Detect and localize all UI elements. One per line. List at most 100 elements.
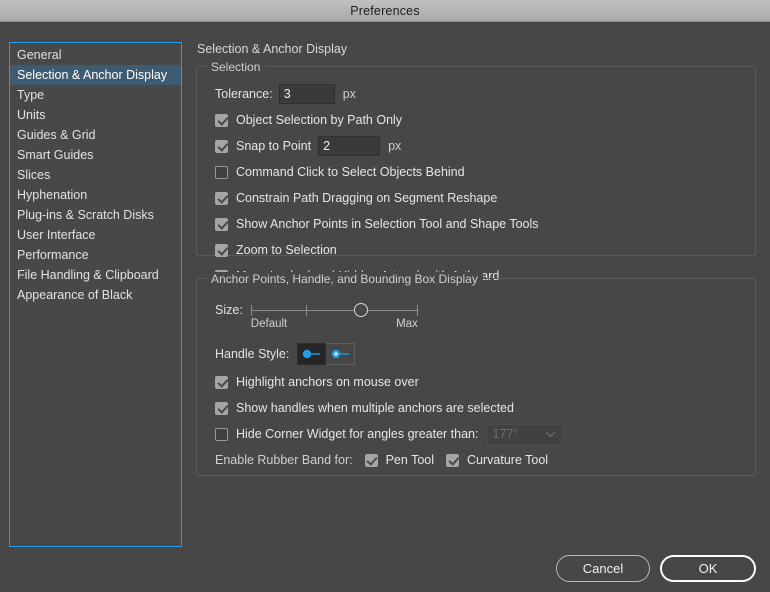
size-slider-line (250, 310, 418, 311)
tolerance-row: Tolerance: px (215, 81, 745, 107)
sidebar-item-label: Slices (17, 168, 51, 182)
size-slider-thumb[interactable] (354, 303, 369, 317)
sidebar-item-label: Hyphenation (17, 188, 88, 202)
command-click-select-behind-row[interactable]: Command Click to Select Objects Behind (215, 159, 745, 185)
sidebar-item-slices[interactable]: Slices (10, 165, 181, 185)
size-slider[interactable]: Default Max (250, 299, 418, 333)
highlight-anchors-checkbox[interactable] (215, 375, 228, 389)
sidebar-item-smart-guides[interactable]: Smart Guides (10, 145, 181, 165)
show-handles-multiple-row[interactable]: Show handles when multiple anchors are s… (215, 395, 745, 421)
sidebar-item-label: File Handling & Clipboard (17, 268, 159, 282)
anchor-display-group-legend: Anchor Points, Handle, and Bounding Box … (206, 272, 483, 286)
ok-button[interactable]: OK (660, 555, 756, 582)
sidebar-item-units[interactable]: Units (10, 105, 181, 125)
sidebar-item-type[interactable]: Type (10, 85, 181, 105)
sidebar-list: General Selection & Anchor Display Type Uni… (10, 43, 181, 305)
sidebar-item-guides-grid[interactable]: Guides & Grid (10, 125, 181, 145)
show-handles-multiple-checkbox[interactable] (215, 401, 228, 415)
handle-style-hollow-button[interactable] (326, 343, 356, 365)
size-slider-labels: Default Max (251, 318, 418, 333)
size-slider-tick-3 (416, 305, 418, 316)
snap-to-point-row[interactable]: Snap to Point px (215, 133, 745, 159)
size-slider-tick-1 (305, 305, 307, 316)
size-slider-tick-0 (250, 305, 252, 316)
size-label: Size: (215, 303, 243, 317)
sidebar-item-label: Selection & Anchor Display (17, 68, 168, 82)
hide-corner-widget-row[interactable]: Hide Corner Widget for angles greater th… (215, 421, 745, 447)
corner-angle-dropdown: 177° (486, 423, 563, 445)
snap-to-point-checkbox[interactable] (215, 139, 228, 153)
snap-to-point-unit: px (388, 139, 402, 153)
main-panel: Selection & Anchor Display Selection Tol… (196, 42, 756, 547)
sidebar-item-label: User Interface (17, 228, 96, 242)
object-selection-by-path-only-label: Object Selection by Path Only (236, 113, 403, 127)
handle-style-solid-button[interactable] (297, 343, 327, 365)
curvature-tool-option[interactable]: Curvature Tool (446, 453, 548, 467)
dialog-body: General Selection & Anchor Display Type Uni… (0, 22, 770, 592)
highlight-anchors-row[interactable]: Highlight anchors on mouse over (215, 369, 745, 395)
sidebar-item-file-handling-clipboard[interactable]: File Handling & Clipboard (10, 265, 181, 285)
size-slider-max-label: Max (396, 318, 418, 330)
sidebar-item-user-interface[interactable]: User Interface (10, 225, 181, 245)
size-slider-row: Size: Default Max (215, 299, 745, 339)
command-click-select-behind-label: Command Click to Select Objects Behind (236, 165, 465, 179)
tolerance-input[interactable] (278, 84, 335, 104)
solid-handle-icon (303, 349, 321, 359)
sidebar-item-label: General (17, 48, 62, 62)
anchor-display-group: Anchor Points, Handle, and Bounding Box … (196, 272, 756, 476)
snap-to-point-input[interactable] (318, 136, 381, 156)
handle-style-options[interactable] (297, 343, 356, 365)
hide-corner-widget-checkbox[interactable] (215, 427, 228, 441)
snap-to-point-label: Snap to Point (236, 139, 312, 153)
sidebar-item-performance[interactable]: Performance (10, 245, 181, 265)
zoom-to-selection-checkbox[interactable] (215, 243, 228, 257)
window-title: Preferences (350, 3, 420, 18)
cancel-button[interactable]: Cancel (556, 555, 650, 582)
chevron-down-icon (545, 431, 555, 437)
size-slider-track[interactable] (250, 303, 418, 317)
tolerance-unit: px (342, 87, 356, 101)
constrain-path-dragging-checkbox[interactable] (215, 191, 228, 205)
handle-style-label: Handle Style: (215, 347, 290, 361)
pen-tool-option[interactable]: Pen Tool (364, 453, 434, 467)
page-title: Selection & Anchor Display (197, 42, 348, 56)
sidebar-item-label: Plug-ins & Scratch Disks (17, 208, 154, 222)
hollow-handle-icon (331, 349, 349, 359)
preferences-category-list[interactable]: General Selection & Anchor Display Type Uni… (9, 42, 182, 547)
window-titlebar[interactable]: Preferences (0, 0, 770, 22)
rubber-band-label: Enable Rubber Band for: (215, 453, 353, 467)
corner-angle-value: 177° (492, 427, 519, 441)
sidebar-item-plug-ins-scratch-disks[interactable]: Plug-ins & Scratch Disks (10, 205, 181, 225)
sidebar-item-label: Smart Guides (17, 148, 94, 162)
object-selection-by-path-only-checkbox[interactable] (215, 113, 228, 127)
show-anchor-points-row[interactable]: Show Anchor Points in Selection Tool and… (215, 211, 745, 237)
zoom-to-selection-label: Zoom to Selection (236, 243, 337, 257)
sidebar-item-label: Performance (17, 248, 89, 262)
preferences-dialog: Preferences General Selection & Anchor Di… (0, 0, 770, 592)
command-click-select-behind-checkbox[interactable] (215, 165, 228, 179)
rubber-band-row: Enable Rubber Band for: Pen Tool Curvatu… (215, 447, 745, 473)
constrain-path-dragging-row[interactable]: Constrain Path Dragging on Segment Resha… (215, 185, 745, 211)
sidebar-item-selection-anchor-display[interactable]: Selection & Anchor Display (10, 65, 181, 85)
pen-tool-checkbox[interactable] (364, 453, 378, 467)
selection-group-legend: Selection (206, 60, 266, 74)
highlight-anchors-label: Highlight anchors on mouse over (236, 375, 419, 389)
sidebar-item-general[interactable]: General (10, 45, 181, 65)
sidebar-item-label: Units (17, 108, 46, 122)
sidebar-item-label: Guides & Grid (17, 128, 96, 142)
selection-group: Selection Tolerance: px Object Selection… (196, 60, 756, 283)
tolerance-label: Tolerance: (215, 87, 273, 101)
hide-corner-widget-label: Hide Corner Widget for angles greater th… (236, 427, 479, 441)
sidebar-item-label: Appearance of Black (17, 288, 133, 302)
show-anchor-points-label: Show Anchor Points in Selection Tool and… (236, 217, 539, 231)
handle-style-row: Handle Style: (215, 339, 745, 369)
curvature-tool-label: Curvature Tool (467, 453, 549, 467)
show-anchor-points-checkbox[interactable] (215, 217, 228, 231)
object-selection-by-path-only-row[interactable]: Object Selection by Path Only (215, 107, 745, 133)
dialog-footer: Cancel OK (556, 555, 756, 582)
curvature-tool-checkbox[interactable] (446, 453, 460, 467)
sidebar-item-hyphenation[interactable]: Hyphenation (10, 185, 181, 205)
sidebar-item-appearance-of-black[interactable]: Appearance of Black (10, 285, 181, 305)
size-slider-min-label: Default (250, 318, 288, 330)
zoom-to-selection-row[interactable]: Zoom to Selection (215, 237, 745, 263)
